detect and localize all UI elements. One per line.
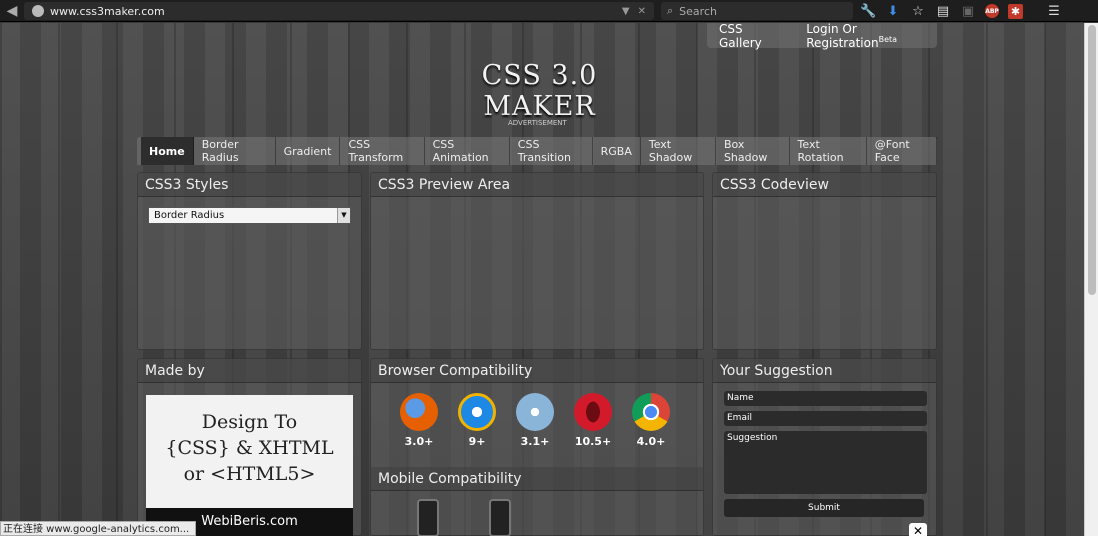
ie-icon — [458, 393, 496, 431]
browser-version: 3.1+ — [520, 435, 550, 448]
blackberry-icon — [417, 499, 439, 536]
tab-gradient[interactable]: Gradient — [276, 137, 341, 165]
advertisement-label: ADVERTISEMENT — [508, 119, 567, 127]
codeview-panel: CSS3 Codeview — [712, 172, 937, 350]
tab-font-face[interactable]: @Font Face — [867, 137, 937, 165]
panel-title: Browser Compatibility — [371, 359, 703, 383]
browser-item: 9+ — [457, 393, 497, 448]
wrench-icon[interactable]: 🔧 — [860, 4, 876, 19]
tab-text-rotation[interactable]: Text Rotation — [790, 137, 867, 165]
top-nav: CSS Gallery Login Or RegistrationBeta — [707, 22, 937, 50]
chrome-icon — [632, 393, 670, 431]
adblock-icon[interactable]: ABP — [985, 4, 999, 18]
url-text: www.css3maker.com — [50, 4, 165, 18]
suggestion-panel: Your Suggestion Name Email Suggestion Su… — [712, 358, 937, 536]
search-input[interactable]: ⌕ Search — [661, 2, 853, 20]
style-select-value: Border Radius — [154, 210, 225, 221]
tab-border-radius[interactable]: Border Radius — [194, 137, 276, 165]
menu-icon[interactable]: ☰ — [1046, 4, 1062, 19]
tab-rgba[interactable]: RGBA — [593, 137, 641, 165]
browser-version: 4.0+ — [636, 435, 666, 448]
scrollbar-thumb[interactable] — [1088, 25, 1096, 295]
search-icon: ⌕ — [667, 4, 674, 17]
panel-title: Made by — [138, 359, 361, 383]
made-by-panel: Made by Design To {CSS} & XHTML or <HTML… — [137, 358, 362, 536]
chevron-down-icon: ▼ — [337, 208, 350, 223]
back-icon[interactable]: ◀ — [0, 3, 24, 19]
addon-icon[interactable]: ✱ — [1008, 3, 1023, 19]
banner-line: Design To — [201, 411, 298, 433]
browser-item: 3.1+ — [515, 393, 555, 448]
globe-icon — [32, 5, 44, 17]
suggestion-textarea[interactable]: Suggestion — [724, 431, 927, 494]
browser-version: 3.0+ — [404, 435, 434, 448]
iphone-icon — [489, 499, 511, 536]
firefox-icon — [400, 393, 438, 431]
banner-line: or <HTML5> — [183, 463, 316, 485]
login-label: Login Or Registration — [806, 21, 879, 50]
css-gallery-link[interactable]: CSS Gallery — [719, 22, 782, 50]
name-placeholder: Name — [727, 393, 754, 403]
browser-item: 10.5+ — [573, 393, 613, 448]
banner-line: {CSS} & XHTML — [165, 437, 334, 459]
login-link[interactable]: Login Or RegistrationBeta — [806, 22, 937, 50]
tab-css-transition[interactable]: CSS Transition — [510, 137, 593, 165]
preview-panel: CSS3 Preview Area — [370, 172, 704, 350]
tab-box-shadow[interactable]: Box Shadow — [716, 137, 790, 165]
style-select[interactable]: Border Radius ▼ — [148, 207, 351, 224]
css3-styles-panel: CSS3 Styles Border Radius ▼ — [137, 172, 362, 350]
panel-title: Your Suggestion — [713, 359, 936, 383]
submit-button[interactable]: Submit — [724, 499, 924, 517]
panel-title: CSS3 Preview Area — [371, 173, 703, 197]
name-field[interactable]: Name — [724, 391, 927, 406]
email-placeholder: Email — [727, 413, 752, 423]
close-icon[interactable]: ✕ — [909, 523, 927, 536]
compatibility-panel: Browser Compatibility 3.0+ 9+ 3.1+ 10.5+… — [370, 358, 704, 536]
address-bar[interactable]: www.css3maker.com ▼ ✕ — [24, 2, 654, 20]
panel-title: CSS3 Codeview — [713, 173, 936, 197]
browser-version: 10.5+ — [574, 435, 612, 448]
dropdown-icon[interactable]: ▼ — [622, 6, 630, 17]
safari-icon — [516, 393, 554, 431]
email-field[interactable]: Email — [724, 411, 927, 426]
download-icon[interactable]: ⬇ — [885, 4, 901, 19]
tab-home[interactable]: Home — [141, 137, 194, 165]
browser-list: 3.0+ 9+ 3.1+ 10.5+ 4.0+ — [399, 393, 671, 448]
opera-icon — [574, 393, 612, 431]
scrollbar[interactable] — [1084, 23, 1098, 536]
mobile-compat-title: Mobile Compatibility — [371, 467, 703, 491]
main-tabs: Home Border Radius Gradient CSS Transfor… — [137, 137, 937, 165]
bookmark-star-icon[interactable]: ☆ — [910, 4, 926, 19]
tab-text-shadow[interactable]: Text Shadow — [641, 137, 716, 165]
status-bar: 正在连接 www.google-analytics.com... — [0, 521, 197, 536]
browser-item: 4.0+ — [631, 393, 671, 448]
tab-css-transform[interactable]: CSS Transform — [340, 137, 425, 165]
beta-badge: Beta — [878, 34, 898, 44]
browser-item: 3.0+ — [399, 393, 439, 448]
browser-version: 9+ — [468, 435, 486, 448]
clear-icon[interactable]: ✕ — [638, 6, 646, 17]
panel-title: CSS3 Styles — [138, 173, 361, 197]
search-placeholder: Search — [679, 4, 717, 18]
toolbar-icons: 🔧 ⬇ ☆ ▤ ▣ ABP ✱ ☰ — [860, 2, 1062, 20]
site-logo[interactable]: CSS 3.0 MAKER — [437, 60, 642, 122]
clipboard-icon[interactable]: ▤ — [935, 4, 951, 19]
tab-css-animation[interactable]: CSS Animation — [425, 137, 510, 165]
extension-icon[interactable]: ▣ — [960, 4, 976, 19]
suggestion-placeholder: Suggestion — [727, 433, 778, 443]
